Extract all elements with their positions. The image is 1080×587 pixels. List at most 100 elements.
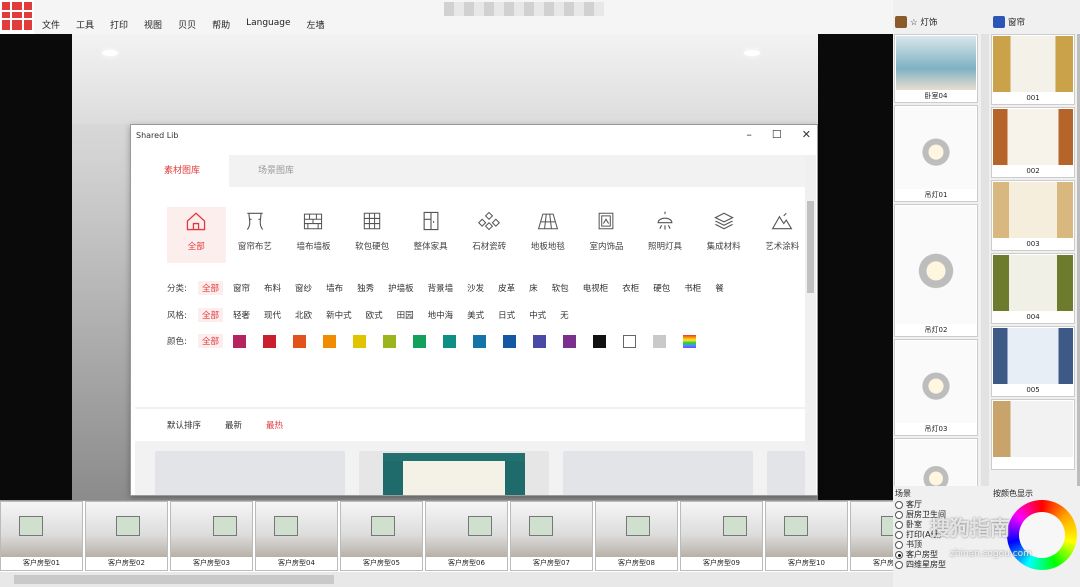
style-filter-option[interactable]: 现代 (264, 309, 281, 321)
color-swatch[interactable] (353, 334, 367, 348)
radio-button[interactable] (895, 511, 903, 519)
color-swatch[interactable] (653, 334, 667, 348)
category-frame[interactable]: 室内饰品 (577, 207, 636, 263)
tab-scene-library[interactable]: 场景图库 (229, 155, 323, 187)
category-filter-option[interactable]: 护墙板 (388, 282, 414, 294)
curtain-thumbnail[interactable]: 001 (991, 34, 1075, 105)
category-filter-option[interactable]: 皮革 (498, 282, 515, 294)
style-filter-option[interactable]: 轻奢 (233, 309, 250, 321)
curtain-thumbnail[interactable] (991, 399, 1075, 470)
category-filter-option[interactable]: 沙发 (467, 282, 484, 294)
style-filter-option[interactable]: 美式 (467, 309, 484, 321)
result-card[interactable] (767, 451, 807, 495)
room-type-thumbnail[interactable]: 客户房型07 (510, 501, 593, 571)
light-thumbnail[interactable]: 吊灯03 (894, 339, 978, 436)
color-swatch[interactable] (263, 334, 277, 348)
color-swatch[interactable] (383, 334, 397, 348)
category-filter-option[interactable]: 软包 (552, 282, 569, 294)
color-swatch[interactable] (623, 334, 637, 348)
minimize-icon[interactable]: – (746, 128, 752, 141)
color-swatch[interactable] (443, 334, 457, 348)
scene-option[interactable]: 客厅 (895, 500, 946, 510)
tab-material-library[interactable]: 素材图库 (135, 155, 229, 187)
light-thumbnail[interactable] (894, 438, 978, 486)
category-tile[interactable]: 石材瓷砖 (460, 207, 519, 263)
color-swatch[interactable] (563, 334, 577, 348)
category-filter-option[interactable]: 硬包 (653, 282, 670, 294)
room-strip-scrollbar[interactable] (0, 572, 893, 587)
color-swatch[interactable] (293, 334, 307, 348)
menu-item[interactable]: Language (246, 18, 300, 31)
scene-option[interactable]: 四维星房型 (895, 560, 946, 570)
menu-item[interactable]: 贝贝 (178, 18, 206, 31)
curtain-thumbnail[interactable]: 002 (991, 107, 1075, 178)
category-filter-option[interactable]: 衣柜 (622, 282, 639, 294)
sort-option[interactable]: 最热 (266, 419, 283, 431)
category-mountain[interactable]: 艺术涂料 (753, 207, 812, 263)
radio-button[interactable] (895, 541, 903, 549)
category-filter-option[interactable]: 布料 (264, 282, 281, 294)
radio-button[interactable] (895, 521, 903, 529)
sort-option[interactable]: 最新 (225, 419, 242, 431)
room-type-thumbnail[interactable]: 客户房型05 (340, 501, 423, 571)
category-filter-option[interactable]: 墙布 (326, 282, 343, 294)
scrollbar-thumb[interactable] (807, 201, 814, 293)
scene-option[interactable]: 打印(A纸) (895, 530, 946, 540)
room-type-thumbnail[interactable]: 客户房型01 (0, 501, 83, 571)
radio-button[interactable] (895, 501, 903, 509)
close-icon[interactable]: ✕ (802, 128, 811, 141)
style-filter-option[interactable]: 欧式 (366, 309, 383, 321)
radio-button[interactable] (895, 531, 903, 539)
category-filter-option[interactable]: 窗纱 (295, 282, 312, 294)
color-swatch[interactable] (533, 334, 547, 348)
menu-item[interactable]: 打印 (110, 18, 138, 31)
category-filter-option[interactable]: 书柜 (684, 282, 701, 294)
radio-button[interactable] (895, 551, 903, 559)
light-thumbnail[interactable]: 吊灯01 (894, 105, 978, 202)
room-type-thumbnail[interactable]: 客户房型06 (425, 501, 508, 571)
style-filter-option[interactable]: 中式 (529, 309, 546, 321)
category-filter-option[interactable]: 全部 (198, 281, 224, 295)
scene-option[interactable]: 书顶 (895, 540, 946, 550)
menu-item[interactable]: 帮助 (212, 18, 240, 31)
light-thumbnail[interactable]: 卧室04 (894, 34, 978, 103)
category-floor[interactable]: 地板地毯 (519, 207, 578, 263)
lights-scrollbar[interactable] (981, 34, 989, 486)
color-swatch[interactable] (233, 334, 247, 348)
color-display-toggle[interactable]: 按颜色显示 (993, 488, 1033, 499)
room-type-thumbnail[interactable]: 客户房型04 (255, 501, 338, 571)
color-wheel[interactable] (1007, 500, 1077, 570)
light-thumbnail[interactable]: 吊灯02 (894, 204, 978, 337)
curtain-thumbnail[interactable]: 005 (991, 326, 1075, 397)
maximize-icon[interactable]: ☐ (772, 128, 782, 141)
room-type-thumbnail[interactable]: 客户房型02 (85, 501, 168, 571)
curtain-thumbnail[interactable]: 004 (991, 253, 1075, 324)
color-swatch[interactable] (413, 334, 427, 348)
room-type-thumbnail[interactable]: 客户房型09 (680, 501, 763, 571)
category-lamp[interactable]: 照明灯具 (636, 207, 695, 263)
category-curtain[interactable]: 窗帘布艺 (226, 207, 285, 263)
style-filter-option[interactable]: 全部 (198, 308, 224, 322)
category-home[interactable]: 全部 (167, 207, 226, 263)
category-layers[interactable]: 集成材料 (694, 207, 753, 263)
room-type-thumbnail[interactable]: 客户房型03 (170, 501, 253, 571)
curtain-thumbnail[interactable]: 003 (991, 180, 1075, 251)
result-card[interactable] (359, 451, 549, 495)
color-swatch[interactable] (683, 334, 697, 348)
color-swatch[interactable] (503, 334, 517, 348)
style-filter-option[interactable]: 新中式 (326, 309, 352, 321)
menu-item[interactable]: 工具 (76, 18, 104, 31)
style-filter-option[interactable]: 北欧 (295, 309, 312, 321)
menu-item[interactable]: 视图 (144, 18, 172, 31)
scene-option[interactable]: 卧室 (895, 520, 946, 530)
style-filter-option[interactable]: 日式 (498, 309, 515, 321)
result-card[interactable] (155, 451, 345, 495)
room-type-thumbnail[interactable]: 客户房型08 (595, 501, 678, 571)
style-filter-option[interactable]: 地中海 (428, 309, 454, 321)
result-card[interactable] (563, 451, 753, 495)
category-grid-panel[interactable]: 软包硬包 (343, 207, 402, 263)
radio-button[interactable] (895, 561, 903, 569)
color-swatch[interactable] (593, 334, 607, 348)
color-swatch[interactable] (473, 334, 487, 348)
style-filter-option[interactable]: 无 (560, 309, 569, 321)
